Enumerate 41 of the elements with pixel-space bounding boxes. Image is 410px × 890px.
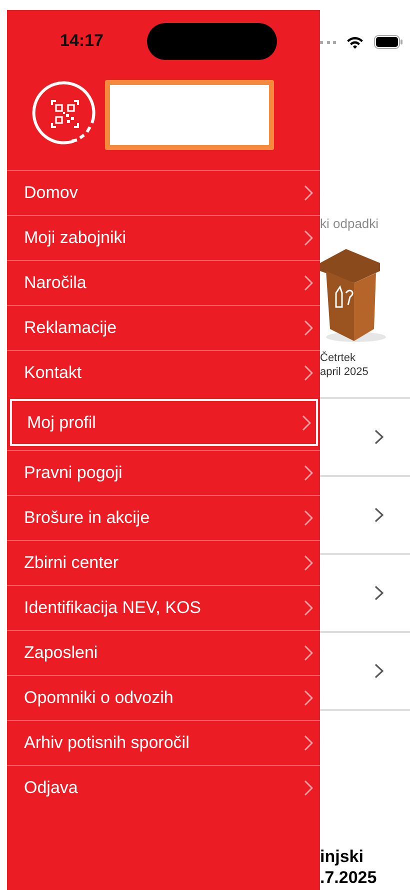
- menu-item[interactable]: Naročila: [7, 260, 320, 305]
- menu-item[interactable]: Zaposleni: [7, 630, 320, 675]
- chevron-icon[interactable]: [374, 663, 384, 679]
- menu-item[interactable]: Kontakt: [7, 350, 320, 395]
- menu-item[interactable]: Moji zabojniki: [7, 215, 320, 260]
- waste-title: ki odpadki: [320, 216, 380, 231]
- chevron-icon: [304, 365, 313, 381]
- chevron-icon: [304, 185, 313, 201]
- menu-item[interactable]: Arhiv potisnih sporočil: [7, 720, 320, 765]
- chevron-icon[interactable]: [374, 585, 384, 601]
- chevron-icon: [304, 465, 313, 481]
- chevron-icon: [304, 230, 313, 246]
- menu-item[interactable]: Moj profil: [10, 399, 318, 446]
- menu-item[interactable]: Identifikacija NEV, KOS: [7, 585, 320, 630]
- chevron-icon: [304, 690, 313, 706]
- menu-item[interactable]: Brošure in akcije: [7, 495, 320, 540]
- status-time: 14:17: [60, 31, 104, 51]
- wifi-icon: [346, 36, 364, 48]
- pickup-day: Četrtek: [320, 351, 410, 365]
- chevron-icon: [304, 275, 313, 291]
- chevron-icon: [304, 320, 313, 336]
- menu-item[interactable]: Domov: [7, 170, 320, 215]
- menu-item[interactable]: Pravni pogoji: [7, 450, 320, 495]
- chevron-icon: [304, 780, 313, 796]
- menu-item[interactable]: Odjava: [7, 765, 320, 810]
- card-date: .7.2025: [320, 867, 378, 888]
- chevron-icon: [302, 415, 311, 431]
- chevron-icon: [304, 510, 313, 526]
- chevron-icon[interactable]: [374, 507, 384, 523]
- chevron-icon: [304, 555, 313, 571]
- menu-item[interactable]: Reklamacije: [7, 305, 320, 350]
- battery-icon: [374, 35, 403, 49]
- chevron-icon: [304, 600, 313, 616]
- pickup-date: april 2025: [320, 365, 370, 379]
- chevron-icon: [304, 735, 313, 751]
- menu-item[interactable]: Opomniki o odvozih: [7, 675, 320, 720]
- chevron-icon[interactable]: [374, 429, 384, 445]
- menu-item[interactable]: Zbirni center: [7, 540, 320, 585]
- chevron-icon: [304, 645, 313, 661]
- card-title: injski: [320, 846, 364, 867]
- qr-scan-icon[interactable]: [32, 80, 98, 146]
